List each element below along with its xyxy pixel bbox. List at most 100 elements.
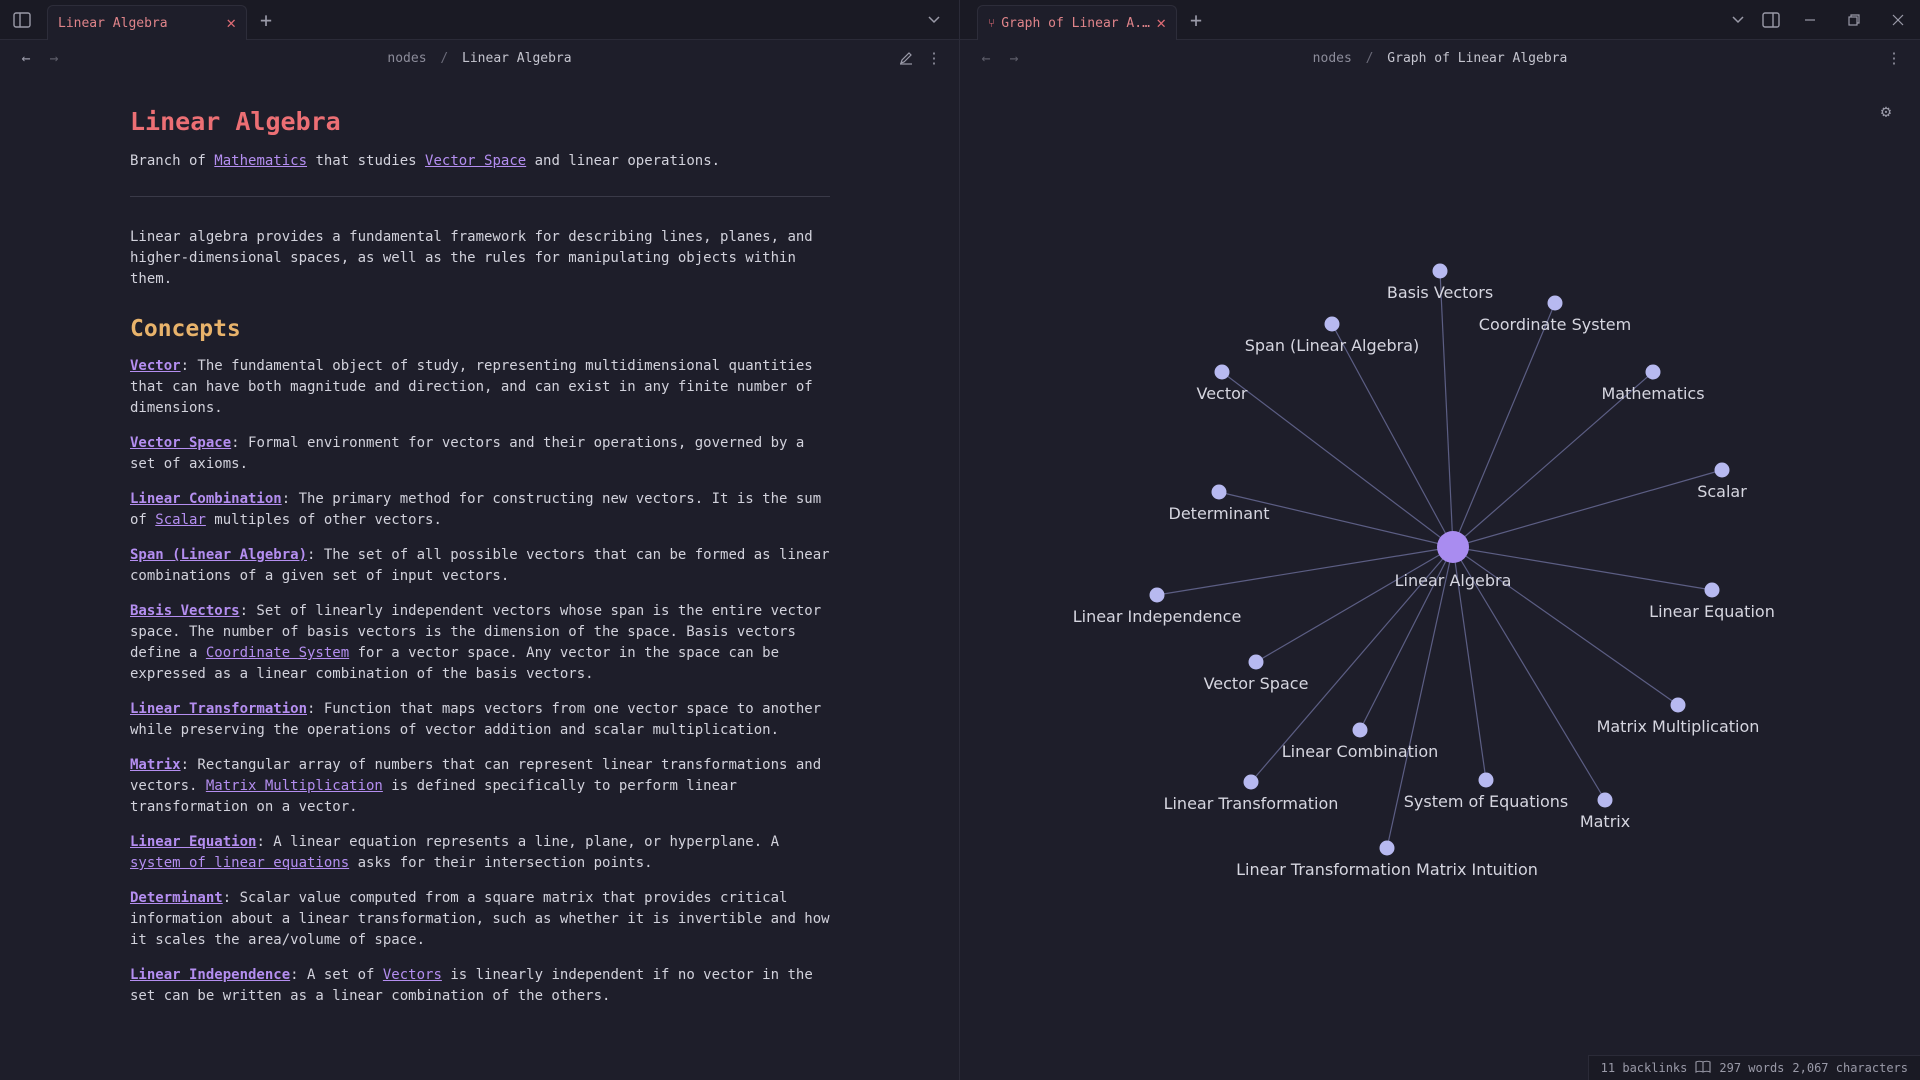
graph-node[interactable]: Determinant <box>1169 484 1270 524</box>
graph-node-dot[interactable] <box>1211 484 1227 500</box>
right-nav-row: ← → nodes / Graph of Linear Algebra ⋮ <box>960 40 1920 76</box>
graph-center-dot[interactable] <box>1437 531 1469 563</box>
concept-text: asks for their intersection points. <box>349 855 653 871</box>
concept-text: : A set of <box>290 967 383 983</box>
plus-icon[interactable]: + <box>1186 10 1206 30</box>
concept-text: multiples of other vectors. <box>205 512 442 528</box>
concept-item: Vector: The fundamental object of study,… <box>130 356 830 419</box>
arrow-left-icon[interactable]: ← <box>16 48 36 68</box>
inline-link[interactable]: Scalar <box>155 512 206 528</box>
graph-node-dot[interactable] <box>1714 462 1730 478</box>
graph-node[interactable]: Span (Linear Algebra) <box>1245 316 1420 356</box>
graph-node-dot[interactable] <box>1324 316 1340 332</box>
graph-node-label: Linear Independence <box>1073 607 1242 626</box>
inline-link[interactable]: Matrix Multiplication <box>206 778 383 794</box>
close-tab-icon[interactable]: ✕ <box>1156 15 1166 31</box>
graph-node-dot[interactable] <box>1214 364 1230 380</box>
more-vertical-icon[interactable]: ⋮ <box>1884 48 1904 68</box>
close-icon[interactable] <box>1888 10 1908 30</box>
concept-term-link[interactable]: Matrix <box>130 757 181 773</box>
concept-item: Determinant: Scalar value computed from … <box>130 888 830 951</box>
tab-linear-algebra[interactable]: Linear Algebra ✕ <box>47 5 247 40</box>
chevron-down-icon[interactable] <box>1728 10 1748 30</box>
sidebar-toggle-icon[interactable] <box>12 10 32 30</box>
link-mathematics[interactable]: Mathematics <box>214 153 307 169</box>
graph-view[interactable]: Basis Vectors Coordinate System Span (Line… <box>960 76 1920 1080</box>
concept-term-link[interactable]: Basis Vectors <box>130 603 240 619</box>
graph-node-dot[interactable] <box>1243 774 1259 790</box>
graph-node-dot[interactable] <box>1432 263 1448 279</box>
inline-link[interactable]: system of linear equations <box>130 855 349 871</box>
graph-node[interactable]: Matrix <box>1580 792 1630 832</box>
restore-icon[interactable] <box>1844 10 1864 30</box>
graph-node-dot[interactable] <box>1547 295 1563 311</box>
arrow-left-icon[interactable]: ← <box>976 48 996 68</box>
chevron-down-icon[interactable] <box>924 10 944 30</box>
arrow-right-icon[interactable]: → <box>1004 48 1024 68</box>
graph-node-dot[interactable] <box>1704 582 1720 598</box>
gear-icon[interactable]: ⚙ <box>1874 100 1898 124</box>
more-vertical-icon[interactable]: ⋮ <box>924 48 944 68</box>
concept-term-link[interactable]: Determinant <box>130 890 223 906</box>
breadcrumb: nodes / Linear Algebra <box>387 51 571 66</box>
breadcrumb-folder[interactable]: nodes <box>387 51 426 66</box>
breadcrumb-current[interactable]: Linear Algebra <box>462 51 572 66</box>
graph-node-dot[interactable] <box>1478 772 1494 788</box>
graph-node[interactable]: Linear Independence <box>1073 587 1242 627</box>
link-vector-space[interactable]: Vector Space <box>425 153 526 169</box>
graph-center-label: Linear Algebra <box>1395 571 1512 590</box>
concept-term-link[interactable]: Linear Independence <box>130 967 290 983</box>
graph-node-dot[interactable] <box>1248 654 1264 670</box>
graph-node-label: Matrix Multiplication <box>1597 717 1760 736</box>
concept-term-link[interactable]: Span (Linear Algebra) <box>130 547 307 563</box>
concept-term-link[interactable]: Vector Space <box>130 435 231 451</box>
graph-node[interactable]: Linear Combination <box>1282 722 1439 762</box>
concept-term-link[interactable]: Linear Equation <box>130 834 256 850</box>
graph-edges <box>1156 270 1723 849</box>
graph-node-dot[interactable] <box>1352 722 1368 738</box>
plus-icon[interactable]: + <box>256 10 276 30</box>
breadcrumb-current[interactable]: Graph of Linear Algebra <box>1387 51 1567 66</box>
graph-node-dot[interactable] <box>1645 364 1661 380</box>
graph-node-label: Matrix <box>1580 812 1630 831</box>
graph-node-dot[interactable] <box>1149 587 1165 603</box>
backlinks-count[interactable]: 11 backlinks <box>1601 1061 1688 1075</box>
graph-node-dot[interactable] <box>1670 697 1686 713</box>
graph-node-label: Linear Transformation <box>1164 794 1339 813</box>
graph-node[interactable]: Linear Transformation <box>1164 774 1339 814</box>
graph-node[interactable]: Mathematics <box>1601 364 1705 404</box>
status-bar: 11 backlinks 297 words 2,067 characters <box>1587 1055 1920 1080</box>
right-tab-bar: ⑂ Graph of Linear A... ✕ + <box>960 0 1920 40</box>
concept-item: Linear Independence: A set of Vectors is… <box>130 965 830 1007</box>
right-sidebar-icon[interactable] <box>1761 10 1781 30</box>
minimize-icon[interactable] <box>1800 10 1820 30</box>
tab-graph-linear-algebra[interactable]: ⑂ Graph of Linear A... ✕ <box>977 5 1177 40</box>
concept-term-link[interactable]: Vector <box>130 358 181 374</box>
inline-link[interactable]: Vectors <box>383 967 442 983</box>
graph-node[interactable]: Vector <box>1197 364 1248 404</box>
concept-item: Linear Combination: The primary method f… <box>130 489 830 531</box>
concept-term-link[interactable]: Linear Combination <box>130 491 282 507</box>
breadcrumb-folder[interactable]: nodes <box>1313 51 1352 66</box>
graph-node[interactable]: Coordinate System <box>1479 295 1631 335</box>
word-count: 297 words <box>1719 1061 1785 1075</box>
graph-node-dot[interactable] <box>1597 792 1613 808</box>
graph-node-label: Mathematics <box>1601 384 1704 403</box>
graph-node[interactable]: Linear Transformation Matrix Intuition <box>1236 840 1538 880</box>
arrow-right-icon[interactable]: → <box>44 48 64 68</box>
breadcrumb: nodes / Graph of Linear Algebra <box>1313 51 1568 66</box>
graph-node[interactable]: System of Equations <box>1404 772 1568 812</box>
pencil-icon[interactable] <box>896 48 916 68</box>
graph-node[interactable]: Basis Vectors <box>1387 263 1493 303</box>
graph-node[interactable]: Linear Equation <box>1649 582 1775 622</box>
graph-node-center[interactable]: Linear Algebra <box>1395 531 1512 590</box>
book-icon[interactable] <box>1695 1060 1711 1076</box>
graph-node[interactable]: Matrix Multiplication <box>1597 697 1760 737</box>
graph-nodes: Basis Vectors Coordinate System Span (Line… <box>1073 263 1775 880</box>
graph-node[interactable]: Vector Space <box>1204 654 1309 694</box>
close-tab-icon[interactable]: ✕ <box>226 15 236 31</box>
graph-node[interactable]: Scalar <box>1697 462 1747 502</box>
concept-term-link[interactable]: Linear Transformation <box>130 701 307 717</box>
inline-link[interactable]: Coordinate System <box>206 645 349 661</box>
graph-node-dot[interactable] <box>1379 840 1395 856</box>
